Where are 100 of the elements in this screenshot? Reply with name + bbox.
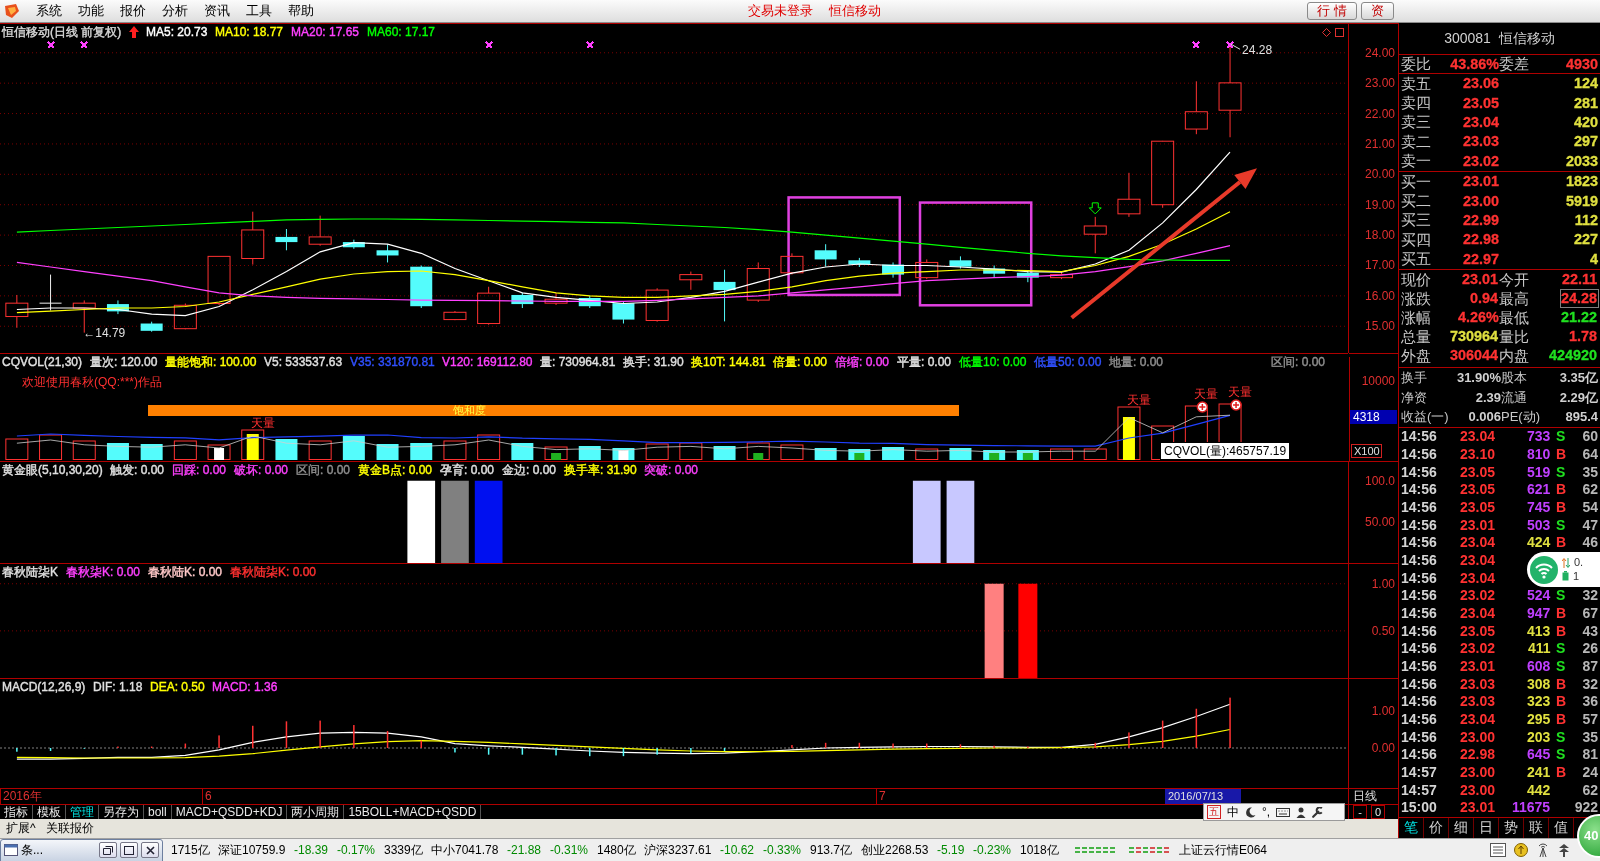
server-label: 上证云行情E064 [1179,842,1268,858]
menu-item[interactable]: 系统 [28,0,70,22]
trade-count: 35 [1582,463,1598,481]
quote-label: 买三 [1401,211,1432,230]
menu-item[interactable]: 报价 [112,0,154,22]
trade-price: 23.05 [1459,481,1495,499]
trade-price: 23.02 [1459,640,1495,658]
market-amount: 1715亿 [171,842,210,858]
cross-marker [47,41,55,49]
axis-label: 21.00 [1364,136,1395,151]
indicator-value: 春秋陆柒K [2,564,59,580]
quote-volume: 2033 [1566,152,1598,170]
quote-label: 买四 [1401,230,1432,249]
trade-count: 54 [1582,499,1598,516]
minus-button[interactable]: - [1353,805,1367,819]
indicator-value: MACD: 1.36 [212,679,278,695]
index-percent: -0.33% [763,842,802,858]
trade-time: 14:56 [1401,640,1438,658]
candlestick [39,274,63,311]
panel-tab[interactable]: 关联报价 [45,819,94,838]
indicator-value: 换手率: 31.90 [564,462,637,478]
menu-item[interactable]: 资讯 [196,0,238,22]
indicator-value: MA10: 18.77 [215,24,284,40]
trade-count: 57 [1582,711,1598,729]
page-field[interactable]: 0 [1371,805,1385,819]
trade-side: B [1556,764,1567,782]
indicator-value: V5: 533537.63 [264,354,343,370]
candlestick [1151,140,1175,209]
quote-value: 2.39 [1475,388,1501,406]
candlestick [207,255,231,306]
quote-volume: 5919 [1566,192,1598,210]
leader-line [1230,43,1241,50]
language-label[interactable]: 中 [1227,804,1239,820]
trade-count: 26 [1582,640,1598,658]
trade-price: 23.01 [1459,658,1495,676]
close-button[interactable] [141,842,159,858]
indicator-value: 低量50: 0.00 [1034,354,1102,370]
quote-volume: 124 [1574,75,1598,93]
trade-time: 14:56 [1401,481,1438,499]
trade-count: 60 [1582,428,1598,446]
trade-time: 14:56 [1401,516,1438,534]
indicator-value: 突破: 0.00 [644,462,699,478]
trade-side: B [1556,534,1567,552]
indicator-value: 金边: 0.00 [502,462,557,478]
trade-volume: 745 [1527,499,1551,516]
axis-label: 1.00 [1371,576,1395,591]
quote-volume: 297 [1574,133,1598,151]
trade-time: 14:56 [1401,605,1438,623]
macd-bar [1195,708,1198,748]
menu-item[interactable]: 帮助 [280,0,322,22]
trade-price: 23.04 [1459,711,1495,729]
trade-side: S [1556,728,1566,746]
axis-label: 16.00 [1364,288,1395,303]
quote-label: PE(动) [1501,408,1541,426]
maximize-button[interactable] [120,842,138,858]
trade-price: 23.00 [1459,728,1495,746]
trade-time: 15:00 [1401,799,1438,817]
macd-bar [622,748,625,757]
candlestick [780,252,804,276]
quote-price: 22.98 [1463,231,1499,249]
indicator-value: V120: 169112.80 [442,354,533,370]
quote-label: 卖五 [1401,74,1432,93]
indicator-value: 春秋陆K: 0.00 [148,564,223,580]
indicator-value: DIF: 1.18 [93,679,143,695]
input-mode-label[interactable]: 五 [1207,805,1221,819]
menu-item[interactable]: 功能 [70,0,112,22]
punctuation-label[interactable]: °, [1262,804,1271,820]
index-name: 深证 [218,842,242,858]
quote-label: 最低 [1499,309,1530,327]
quote-value: 4.26% [1458,309,1499,326]
quote-price: 22.99 [1463,211,1499,229]
tab-button[interactable]: 行 情 [1307,2,1357,20]
indicator-value: MA5: 20.73 [146,24,208,40]
low-price-label: ←14.79 [83,325,126,340]
taskbar-window[interactable]: 条... [0,838,163,861]
axis-label: 23.00 [1364,76,1395,91]
trade-price: 23.05 [1459,499,1495,516]
user-icon [1296,806,1307,818]
trade-volume: 323 [1527,693,1551,711]
restore-button[interactable] [99,842,117,858]
trade-side: S [1556,428,1566,446]
trade-side: S [1556,640,1566,658]
menu-item[interactable]: 工具 [238,0,280,22]
candlestick [140,321,163,333]
candlestick [746,261,770,303]
trade-time: 14:56 [1401,587,1438,605]
axis-label: 1.00 [1371,703,1395,718]
tab-button[interactable]: 资 [1361,2,1394,20]
quote-price: 23.02 [1463,152,1499,170]
menu-item[interactable]: 分析 [154,0,196,22]
quote-label: 换手 [1401,369,1428,387]
peak-label: 天量 [1126,393,1151,407]
down-arrow-icon [1088,202,1102,215]
trade-side: B [1556,481,1567,499]
candlestick [645,287,669,323]
panel-tab[interactable]: 扩展^ [6,819,36,838]
axis-label: 15.00 [1364,319,1395,334]
trade-count: 81 [1582,746,1598,764]
index-value: 7041.78 [455,842,499,858]
index-name: 沪深 [644,842,668,858]
